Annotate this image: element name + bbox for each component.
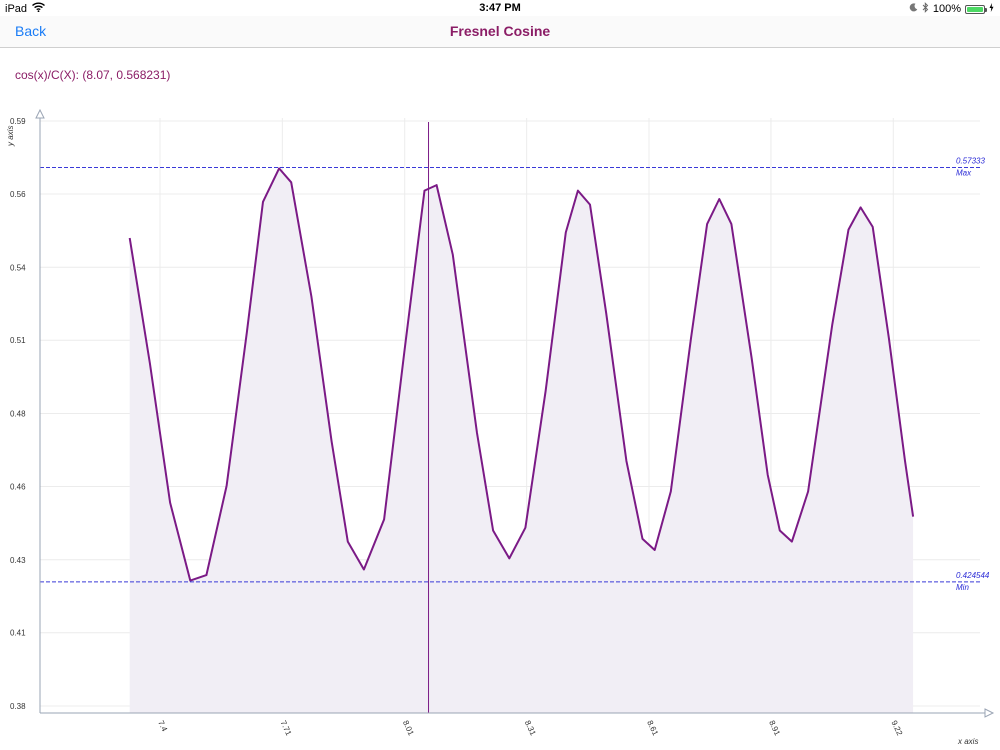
y-tick-label: 0.46 [10,482,26,491]
y-tick-label: 0.59 [10,117,26,126]
x-tick-label: 8.61 [645,719,660,737]
y-axis-title: y axis [6,126,15,147]
reference-name-min: Min [956,583,969,592]
y-tick-label: 0.41 [10,629,26,638]
y-tick-label: 0.56 [10,190,26,199]
x-axis-arrow-icon [984,708,995,718]
y-axis-arrow-icon [35,108,45,119]
reference-value-max: 0.57333 [956,156,985,165]
x-axis-title: x axis [957,737,978,746]
y-tick-label: 0.38 [10,702,26,711]
reference-name-max: Max [956,168,972,177]
x-tick-label: 8.91 [767,719,782,737]
x-tick-label: 7.4 [156,719,169,733]
y-tick-label: 0.48 [10,410,26,419]
x-tick-label: 7.71 [279,719,294,737]
y-tick-label: 0.51 [10,336,26,345]
y-tick-label: 0.54 [10,263,26,272]
reference-value-min: 0.424544 [956,571,990,580]
area-fill [129,168,914,713]
y-tick-label: 0.43 [10,556,26,565]
x-tick-label: 8.01 [401,719,416,737]
x-tick-label: 9.22 [889,719,904,737]
x-tick-label: 8.31 [523,719,538,737]
fresnel-chart[interactable]: 0.57333 Max 0.424544 Min 0.38 0.41 0.43 0.46 0.4… [0,0,1000,750]
